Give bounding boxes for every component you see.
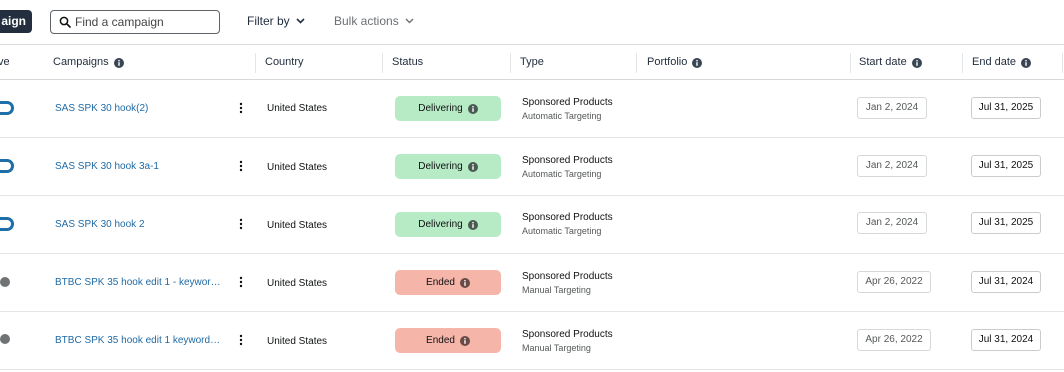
column-divider[interactable]	[510, 53, 511, 73]
filter-by-dropdown[interactable]: Filter by	[247, 14, 305, 28]
table-header: ve Campaigns Country Status Type Portfol…	[0, 44, 1064, 80]
info-icon[interactable]	[1021, 57, 1032, 68]
end-date-field[interactable]: Jul 31, 2025	[971, 212, 1041, 234]
country-cell: United States	[267, 278, 328, 289]
campaign-name-link[interactable]: BTBC SPK 35 hook edit 1 - keyword-s...	[55, 277, 223, 288]
country-cell: United States	[267, 162, 328, 173]
end-date-field[interactable]: Jul 31, 2024	[971, 329, 1041, 351]
start-date-field: Apr 26, 2022	[857, 271, 931, 293]
end-date-field[interactable]: Jul 31, 2024	[971, 271, 1041, 293]
targeting-type: Manual Targeting	[522, 343, 591, 353]
info-icon[interactable]	[459, 277, 470, 288]
column-header-end-date[interactable]: End date	[972, 45, 1032, 80]
column-header-country[interactable]: Country	[265, 45, 304, 80]
search-icon	[59, 16, 71, 28]
column-header-type[interactable]: Type	[520, 45, 544, 80]
table-row: BTBC SPK 35 hook edit 1 - keyword-s... U…	[0, 254, 1064, 312]
active-toggle[interactable]	[0, 275, 14, 289]
column-divider[interactable]	[962, 53, 963, 73]
column-header-start-date[interactable]: Start date	[859, 45, 922, 80]
more-vertical-icon[interactable]	[238, 276, 244, 288]
info-icon[interactable]	[467, 161, 478, 172]
start-date-field: Jan 2, 2024	[857, 212, 927, 234]
more-vertical-icon[interactable]	[238, 334, 244, 346]
more-vertical-icon[interactable]	[238, 218, 244, 230]
campaign-name-link[interactable]: SAS SPK 30 hook 2	[55, 219, 223, 230]
info-icon[interactable]	[911, 57, 922, 68]
country-cell: United States	[267, 103, 328, 114]
targeting-type: Manual Targeting	[522, 285, 591, 295]
campaign-name-link[interactable]: BTBC SPK 35 hook edit 1 keywords cl...	[55, 335, 223, 346]
end-date-field[interactable]: Jul 31, 2025	[971, 155, 1041, 177]
start-date-field: Jan 2, 2024	[857, 97, 927, 119]
search-input[interactable]	[75, 14, 215, 30]
toolbar: aign Filter by Bulk actions	[0, 0, 1064, 44]
active-toggle[interactable]	[0, 101, 14, 115]
column-label: Portfolio	[647, 56, 688, 68]
active-toggle[interactable]	[0, 217, 14, 231]
active-toggle[interactable]	[0, 159, 14, 173]
chevron-down-icon	[296, 18, 305, 24]
bulk-actions-label: Bulk actions	[334, 14, 399, 28]
column-divider[interactable]	[1062, 53, 1063, 73]
country-cell: United States	[267, 220, 328, 231]
column-header-active[interactable]: ve	[0, 45, 10, 80]
campaign-type: Sponsored Products	[522, 212, 613, 223]
column-divider[interactable]	[255, 53, 256, 73]
column-divider[interactable]	[636, 53, 637, 73]
search-box[interactable]	[50, 10, 220, 34]
info-icon[interactable]	[459, 335, 470, 346]
info-icon[interactable]	[467, 219, 478, 230]
create-campaign-button[interactable]: aign	[0, 10, 32, 33]
table-row: SAS SPK 30 hook(2) United States Deliver…	[0, 80, 1064, 138]
end-date-field[interactable]: Jul 31, 2025	[971, 97, 1041, 119]
column-header-status[interactable]: Status	[392, 45, 423, 80]
column-label: End date	[972, 56, 1017, 68]
table-row: SAS SPK 30 hook 2 United States Deliveri…	[0, 196, 1064, 254]
column-header-campaigns[interactable]: Campaigns	[53, 45, 124, 80]
chevron-down-icon	[405, 18, 414, 24]
status-badge[interactable]: Delivering	[395, 212, 501, 237]
campaign-type: Sponsored Products	[522, 271, 613, 282]
info-icon[interactable]	[467, 103, 478, 114]
targeting-type: Automatic Targeting	[522, 169, 602, 179]
start-date-field: Jan 2, 2024	[857, 155, 927, 177]
campaign-type: Sponsored Products	[522, 155, 613, 166]
targeting-type: Automatic Targeting	[522, 111, 602, 121]
column-label: Campaigns	[53, 56, 109, 68]
active-toggle[interactable]	[0, 332, 14, 346]
toggle-knob	[0, 334, 10, 344]
targeting-type: Automatic Targeting	[522, 226, 602, 236]
table-row: SAS SPK 30 hook 3a-1 United States Deliv…	[0, 138, 1064, 196]
status-badge[interactable]: Ended	[395, 328, 501, 353]
toggle-knob	[0, 277, 10, 287]
more-vertical-icon[interactable]	[238, 102, 244, 114]
status-badge[interactable]: Ended	[395, 270, 501, 295]
campaign-type: Sponsored Products	[522, 97, 613, 108]
column-label: Start date	[859, 56, 907, 68]
info-icon[interactable]	[113, 57, 124, 68]
status-badge[interactable]: Delivering	[395, 96, 501, 121]
table-row: BTBC SPK 35 hook edit 1 keywords cl... U…	[0, 312, 1064, 370]
column-header-portfolio[interactable]: Portfolio	[647, 45, 703, 80]
country-cell: United States	[267, 336, 328, 347]
more-vertical-icon[interactable]	[238, 160, 244, 172]
start-date-field: Apr 26, 2022	[857, 329, 931, 351]
campaign-name-link[interactable]: SAS SPK 30 hook 3a-1	[55, 161, 223, 172]
filter-by-label: Filter by	[247, 14, 290, 28]
column-divider[interactable]	[382, 53, 383, 73]
campaign-name-link[interactable]: SAS SPK 30 hook(2)	[55, 103, 223, 114]
bulk-actions-dropdown[interactable]: Bulk actions	[334, 14, 414, 28]
campaign-type: Sponsored Products	[522, 329, 613, 340]
info-icon[interactable]	[692, 57, 703, 68]
column-divider[interactable]	[850, 53, 851, 73]
status-badge[interactable]: Delivering	[395, 154, 501, 179]
